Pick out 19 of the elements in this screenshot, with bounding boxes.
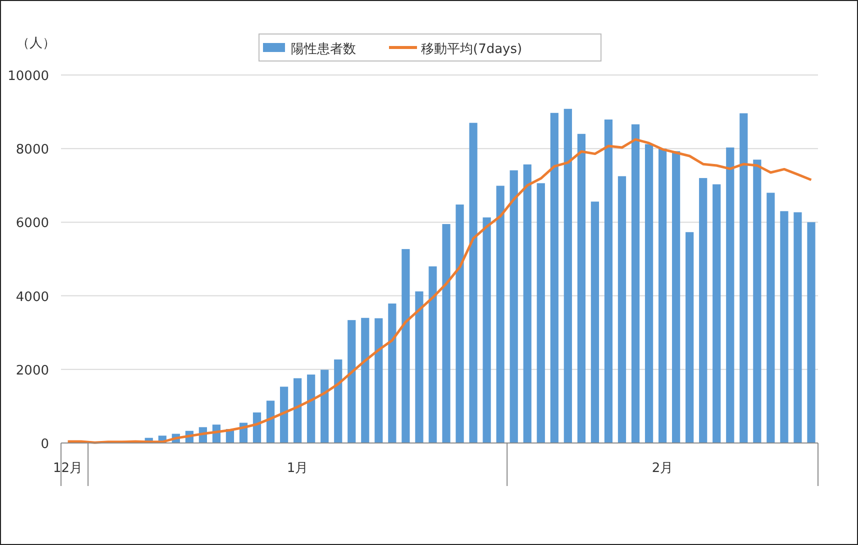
y-tick-label: 10000: [8, 69, 49, 84]
y-tick-label: 0: [40, 437, 49, 452]
legend-line-swatch: [389, 46, 417, 49]
legend-label: 陽性患者数: [291, 42, 356, 57]
y-tick-label: 8000: [16, 142, 49, 158]
unit-label: （人）: [16, 36, 56, 51]
month-label: 1月: [286, 461, 308, 476]
month-label: 2月: [652, 461, 674, 476]
bar: [307, 374, 316, 443]
y-tick-label: 6000: [16, 216, 49, 232]
bar: [280, 386, 288, 443]
y-tick-label: 2000: [16, 363, 49, 378]
bar: [266, 400, 275, 443]
bar: [294, 378, 302, 443]
bar: [252, 412, 262, 443]
y-tick-label: 4000: [16, 290, 49, 305]
legend-label: 移動平均(7days): [421, 42, 522, 57]
bar: [144, 438, 153, 443]
legend-bar-swatch: [263, 43, 285, 52]
